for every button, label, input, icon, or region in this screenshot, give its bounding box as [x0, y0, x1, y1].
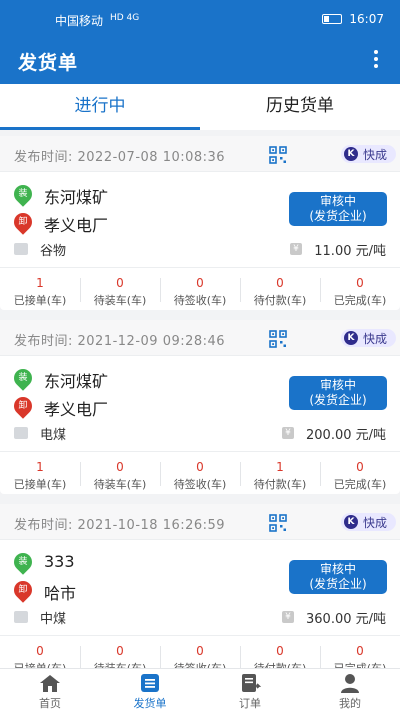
unload-place: 孝义电厂 [44, 216, 109, 235]
profile-icon [341, 674, 359, 693]
tab-bar: 进行中 历史货单 [0, 84, 400, 130]
nav-profile[interactable]: 我的 [300, 669, 400, 711]
unit-price: 200.00 元/吨 [306, 428, 386, 443]
load-pin-icon: 装 [10, 549, 36, 575]
platform-badge: K 快成 [341, 145, 396, 163]
status-line-1: 审核中 [319, 378, 356, 392]
status-line-2: (发货企业) [309, 209, 367, 223]
cargo-icon [14, 243, 28, 255]
more-menu-icon[interactable] [372, 50, 380, 72]
order-list: 发布时间: 2022-07-08 10:08:36 K 快成 装 东河煤矿 卸 [0, 130, 400, 668]
stat-accepted[interactable]: 0已接单(车) [0, 636, 80, 668]
nav-label: 首页 [39, 697, 61, 710]
tab-in-progress[interactable]: 进行中 [0, 84, 200, 130]
price-icon: ¥ [282, 611, 294, 623]
price-icon: ¥ [282, 427, 294, 439]
load-pin-icon: 装 [10, 365, 36, 391]
audit-status-button[interactable]: 审核中 (发货企业) [289, 192, 387, 226]
clock: 16:07 [349, 12, 384, 26]
status-line-2: (发货企业) [309, 393, 367, 407]
page-title: 发货单 [18, 52, 79, 74]
platform-logo-icon: K [344, 515, 358, 529]
platform-logo-icon: K [344, 331, 358, 345]
status-right: 16:07 [321, 12, 384, 26]
stat-accepted[interactable]: 1 已接单(车) [0, 452, 80, 496]
unit-price: 11.00 元/吨 [314, 244, 386, 259]
qr-code-icon[interactable] [269, 514, 287, 532]
card-header: 发布时间: 2021-12-09 09:28:46 K 快成 [0, 320, 400, 356]
stat-accepted[interactable]: 1 已接单(车) [0, 268, 80, 312]
card-header: 发布时间: 2021-10-18 16:26:59 K 快成 [0, 504, 400, 540]
unload-pin-icon: 卸 [10, 393, 36, 419]
waybill-icon [141, 674, 159, 692]
unload-pin-icon: 卸 [10, 577, 36, 603]
status-line-1: 审核中 [319, 194, 356, 208]
unload-place: 孝义电厂 [44, 400, 109, 419]
price-icon: ¥ [290, 243, 302, 255]
network-indicator: HD 4G [110, 13, 140, 23]
stat-completed[interactable]: 0已完成(车) [320, 636, 400, 668]
nav-waybill[interactable]: 发货单 [100, 669, 200, 711]
app-bar: 发货单 [0, 38, 400, 84]
load-place: 东河煤矿 [44, 188, 109, 207]
stat-to-load[interactable]: 0待装车(车) [80, 452, 160, 496]
carrier-name: 中国移动 [55, 14, 104, 28]
home-icon [40, 675, 60, 692]
stat-completed[interactable]: 0已完成(车) [320, 268, 400, 312]
audit-status-button[interactable]: 审核中 (发货企业) [289, 560, 387, 594]
status-line-2: (发货企业) [309, 577, 367, 591]
nav-label: 我的 [339, 697, 361, 710]
stat-to-pay[interactable]: 0待付款(车) [240, 268, 320, 312]
qr-code-icon[interactable] [269, 146, 287, 164]
status-line-1: 审核中 [319, 562, 356, 576]
order-stats: 0已接单(车) 0待装车(车) 0待签收(车) 0待付款(车) 0已完成(车) [0, 636, 400, 668]
qr-code-icon[interactable] [269, 330, 287, 348]
platform-badge-label: 快成 [363, 332, 388, 346]
nav-orders[interactable]: 订单 [200, 669, 300, 711]
order-card[interactable]: 发布时间: 2021-12-09 09:28:46 K 快成 装 东河煤矿 卸 [0, 320, 400, 494]
status-bar: 中国移动 HD 4G 16:07 [0, 0, 400, 38]
cargo-icon [14, 427, 28, 439]
cargo-name: 电煤 [40, 428, 67, 443]
load-place: 东河煤矿 [44, 372, 109, 391]
order-card[interactable]: 发布时间: 2021-10-18 16:26:59 K 快成 装 333 卸 哈… [0, 504, 400, 668]
publish-time: 发布时间: 2021-10-18 16:26:59 [14, 518, 226, 533]
nav-label: 发货单 [133, 697, 167, 710]
stat-to-load[interactable]: 0待装车(车) [80, 636, 160, 668]
nav-home[interactable]: 首页 [0, 669, 100, 711]
stat-to-pay[interactable]: 0待付款(车) [240, 636, 320, 668]
tab-history[interactable]: 历史货单 [200, 84, 400, 130]
cargo-icon [14, 611, 28, 623]
load-pin-icon: 装 [10, 181, 36, 207]
order-icon [242, 674, 262, 692]
stat-to-pay[interactable]: 1 待付款(车) [240, 452, 320, 496]
cargo-name: 谷物 [40, 244, 67, 259]
publish-time: 发布时间: 2022-07-08 10:08:36 [14, 150, 226, 165]
unload-place: 哈市 [44, 584, 77, 603]
bottom-navigation: 首页 发货单 订单 我的 [0, 668, 400, 711]
battery-icon [321, 14, 342, 24]
platform-badge: K 快成 [341, 329, 396, 347]
unload-pin-icon: 卸 [10, 209, 36, 235]
load-place: 333 [44, 552, 75, 571]
nav-label: 订单 [239, 697, 261, 710]
unit-price: 360.00 元/吨 [306, 612, 386, 627]
order-stats: 1 已接单(车) 0 待装车(车) 0 待签收(车) 1 待付款(车) 0 已完成(车) [0, 452, 400, 496]
platform-badge-label: 快成 [363, 148, 388, 162]
stat-to-sign[interactable]: 0待签收(车) [160, 452, 240, 496]
order-card[interactable]: 发布时间: 2022-07-08 10:08:36 K 快成 装 东河煤矿 卸 [0, 136, 400, 310]
stat-to-load[interactable]: 0待装车(车) [80, 268, 160, 312]
platform-logo-icon: K [344, 147, 358, 161]
audit-status-button[interactable]: 审核中 (发货企业) [289, 376, 387, 410]
card-header: 发布时间: 2022-07-08 10:08:36 K 快成 [0, 136, 400, 172]
stat-to-sign[interactable]: 0待签收(车) [160, 636, 240, 668]
publish-time: 发布时间: 2021-12-09 09:28:46 [14, 334, 226, 349]
stat-completed[interactable]: 0已完成(车) [320, 452, 400, 496]
stat-to-sign[interactable]: 0待签收(车) [160, 268, 240, 312]
platform-badge-label: 快成 [363, 516, 388, 530]
order-stats: 1 已接单(车) 0 待装车(车) 0 待签收(车) 0 待付款(车) 0 已完成(车) [0, 268, 400, 312]
cargo-name: 中煤 [40, 612, 67, 627]
platform-badge: K 快成 [341, 513, 396, 531]
